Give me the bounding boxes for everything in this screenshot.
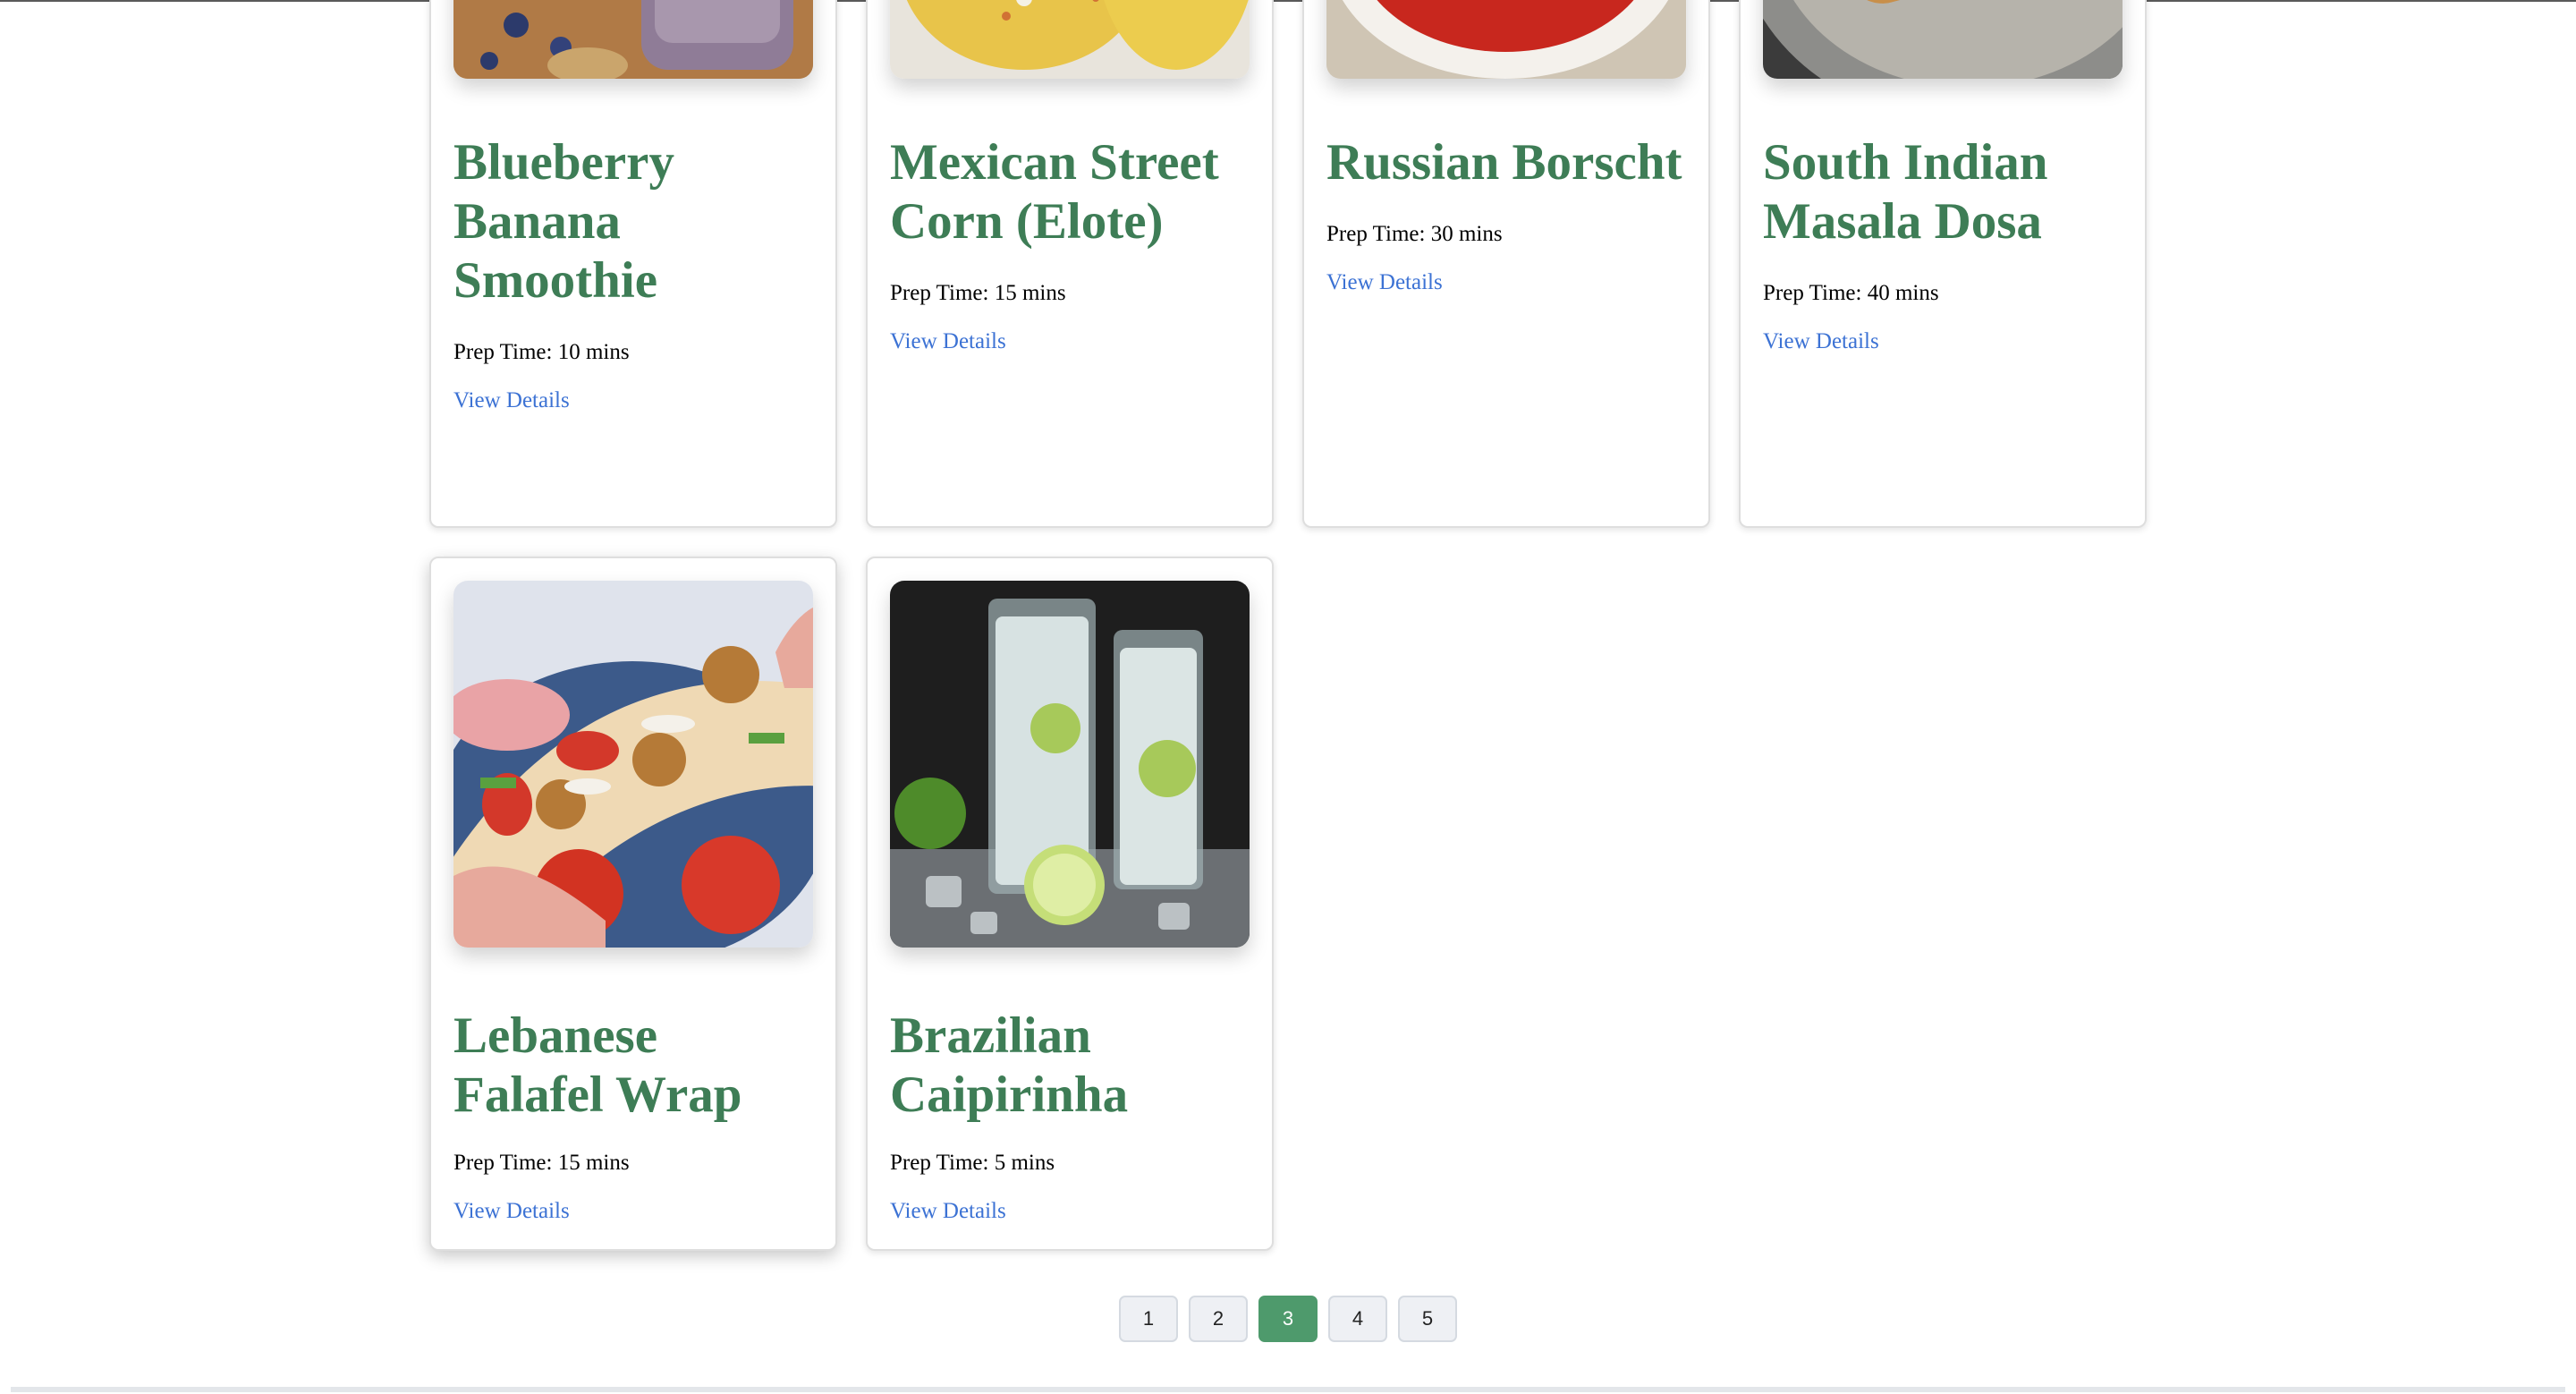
- recipe-card-masala-dosa: South Indian Masala Dosa Prep Time: 40 m…: [1739, 0, 2147, 528]
- view-details-link[interactable]: View Details: [453, 387, 570, 414]
- recipe-image[interactable]: [890, 0, 1250, 79]
- recipe-image[interactable]: [1763, 0, 2123, 79]
- page-button-5[interactable]: 5: [1398, 1296, 1457, 1342]
- recipe-title: Russian Borscht: [1326, 134, 1682, 191]
- recipe-image[interactable]: [453, 0, 813, 79]
- prep-time: Prep Time: 15 mins: [890, 281, 1066, 305]
- view-details-link[interactable]: View Details: [453, 1198, 570, 1225]
- recipe-card-falafel-wrap: Lebanese Falafel Wrap Prep Time: 15 mins…: [429, 557, 837, 1251]
- recipe-title: Blueberry Banana Smoothie: [453, 134, 674, 309]
- prep-time: Prep Time: 10 mins: [453, 340, 630, 364]
- prep-time: Prep Time: 40 mins: [1763, 281, 1939, 305]
- recipe-title: Lebanese Falafel Wrap: [453, 1007, 742, 1123]
- recipe-card-russian-borscht: Russian Borscht Prep Time: 30 mins View …: [1302, 0, 1710, 528]
- recipe-title: South Indian Masala Dosa: [1763, 134, 2048, 250]
- view-details-link[interactable]: View Details: [890, 328, 1006, 355]
- recipe-image[interactable]: [1326, 0, 1686, 79]
- prep-time: Prep Time: 5 mins: [890, 1151, 1055, 1175]
- recipe-image[interactable]: [453, 581, 813, 948]
- page-button-3-active[interactable]: 3: [1258, 1296, 1318, 1342]
- recipe-card-mexican-corn: Mexican Street Corn (Elote) Prep Time: 1…: [866, 0, 1274, 528]
- prep-time: Prep Time: 30 mins: [1326, 222, 1503, 246]
- view-details-link[interactable]: View Details: [1326, 269, 1443, 296]
- page-button-4[interactable]: 4: [1328, 1296, 1387, 1342]
- view-details-link[interactable]: View Details: [1763, 328, 1879, 355]
- recipe-card-caipirinha: Brazilian Caipirinha Prep Time: 5 mins V…: [866, 557, 1274, 1251]
- page-button-1[interactable]: 1: [1119, 1296, 1178, 1342]
- recipe-title: Mexican Street Corn (Elote): [890, 134, 1219, 250]
- prep-time: Prep Time: 15 mins: [453, 1151, 630, 1175]
- top-border: [0, 0, 2576, 2]
- view-details-link[interactable]: View Details: [890, 1198, 1006, 1225]
- recipe-card-blueberry-smoothie: Blueberry Banana Smoothie Prep Time: 10 …: [429, 0, 837, 528]
- page-button-2[interactable]: 2: [1189, 1296, 1248, 1342]
- recipe-title: Brazilian Caipirinha: [890, 1007, 1129, 1123]
- recipe-image[interactable]: [890, 581, 1250, 948]
- footer-divider: [11, 1387, 2565, 1392]
